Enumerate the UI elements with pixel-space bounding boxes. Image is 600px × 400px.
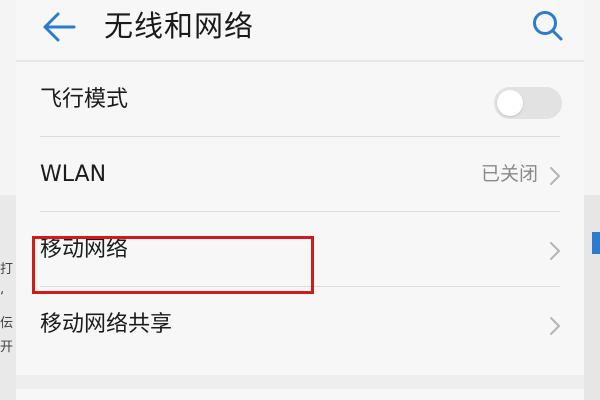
chevron-right-icon (550, 167, 560, 185)
background-text-fragment: 开 (0, 340, 14, 355)
tethering-label: 移动网络共享 (40, 312, 173, 337)
back-button[interactable] (40, 10, 80, 44)
airplane-mode-label: 飞行模式 (40, 87, 129, 112)
wlan-row[interactable]: WLAN 已关闭 (16, 137, 584, 212)
airplane-mode-toggle[interactable] (494, 87, 562, 119)
back-arrow-icon (43, 12, 76, 42)
background-text-fragment: 伝 (0, 316, 14, 331)
background-text-fragment: ‘ (0, 290, 5, 305)
wlan-status: 已关闭 (480, 163, 538, 185)
chevron-right-icon (550, 242, 560, 260)
next-section (16, 389, 584, 400)
toggle-knob (497, 90, 523, 116)
background-text-fragment: 打 (0, 262, 14, 277)
background-accent-fragment (592, 232, 600, 254)
wireless-network-settings-panel: 无线和网络 飞行模式 WLAN 已关闭 移动网络 移动网络共享 (16, 0, 584, 400)
search-icon (533, 11, 563, 41)
chevron-right-icon (550, 317, 560, 335)
section-gap (16, 375, 584, 389)
wlan-label: WLAN (40, 162, 107, 187)
mobile-network-row[interactable]: 移动网络 (16, 212, 584, 287)
tethering-row[interactable]: 移动网络共享 (16, 287, 584, 362)
airplane-mode-row[interactable]: 飞行模式 (16, 62, 584, 137)
search-button[interactable] (530, 8, 566, 44)
app-header: 无线和网络 (16, 0, 584, 60)
page-title: 无线和网络 (104, 9, 255, 43)
background-right-lower (584, 195, 600, 400)
mobile-network-label: 移动网络 (40, 237, 129, 262)
